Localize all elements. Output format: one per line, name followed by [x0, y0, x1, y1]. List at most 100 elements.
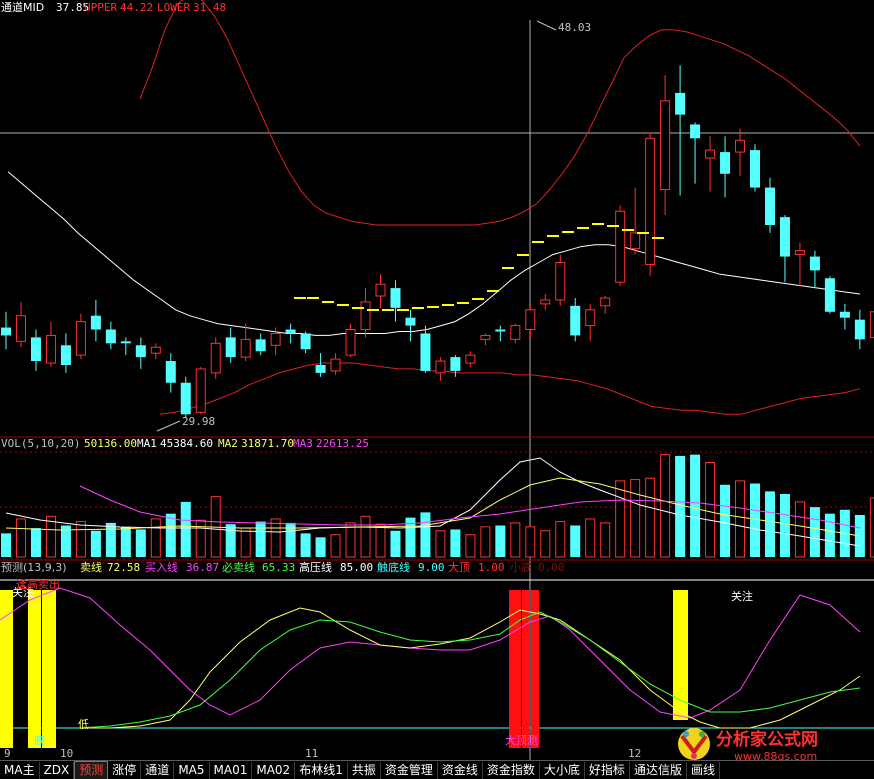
tab-1[interactable]: ZDX [40, 761, 75, 779]
candle-body-up [869, 311, 874, 338]
tab-16[interactable]: 画线 [687, 761, 720, 779]
volume-bar-down [255, 521, 266, 557]
tab-5[interactable]: MA5 [174, 761, 210, 779]
volume-bar-down [809, 507, 820, 557]
vol-indicator-name: VOL(5,10,20) [1, 437, 80, 450]
volume-bar-down [300, 533, 311, 557]
sell-value: 72.58 [107, 561, 140, 574]
volume-bar-down [180, 501, 191, 557]
low-tag: 低 [78, 718, 89, 731]
candle-body-down [135, 345, 146, 358]
volume-bar-up [45, 515, 56, 558]
candle-body-up [585, 309, 596, 327]
volume-bar-down [824, 513, 835, 557]
upper-band-line [139, 0, 861, 226]
volume-bar-up [525, 526, 536, 558]
focus-signal-bar [0, 590, 13, 748]
x-axis-label-1: 9 [4, 747, 11, 760]
volume-bar-down [570, 525, 581, 557]
high-line-value: 85.00 [340, 561, 373, 574]
mid-band-line [7, 171, 861, 336]
volume-bar-down [315, 537, 326, 557]
high-price-annotation: 48.03 [558, 21, 591, 34]
prediction-indicator-panel[interactable] [0, 559, 874, 748]
top-signal-bar [522, 590, 530, 748]
candle-body-up [150, 346, 161, 354]
volume-bar-up [660, 454, 671, 558]
candle-body-down [300, 333, 311, 350]
must-sell-label: 必卖线 [222, 560, 255, 574]
watermark-site: 分析家公式网 [716, 729, 818, 750]
candle-body-up [75, 321, 86, 356]
tab-8[interactable]: 布林线1 [295, 761, 348, 779]
candle-body-down [720, 152, 731, 174]
candle-body-down [495, 329, 506, 332]
upper-value: 44.22 [120, 1, 153, 14]
vol-ma1-line [5, 457, 861, 547]
candle-body-up [555, 261, 566, 301]
candle-body-up [270, 332, 281, 346]
candle-body-up [645, 137, 656, 265]
focus-label-right: 关注 [731, 589, 753, 603]
tab-11[interactable]: 资金线 [438, 761, 483, 779]
x-axis-label-2: 10 [60, 747, 73, 760]
tab-12[interactable]: 资金指数 [483, 761, 540, 779]
volume-bar-up [555, 521, 566, 558]
volume-bar-up [195, 519, 206, 558]
candle-body-down [255, 339, 266, 352]
tab-3[interactable]: 涨停 [108, 761, 142, 779]
candle-body-up [330, 358, 341, 372]
volume-bar-down [764, 491, 775, 557]
tab-4[interactable]: 通道 [141, 761, 175, 779]
high-line-label: 高压线 [299, 560, 332, 574]
candle-body-up [465, 354, 476, 364]
candle-body-down [60, 345, 71, 365]
volume-bar-down [90, 530, 101, 557]
volume-bar-down [165, 513, 176, 557]
candle-body-down [675, 92, 686, 115]
tab-10[interactable]: 资金管理 [381, 761, 438, 779]
volume-bar-up [630, 479, 641, 558]
tab-14[interactable]: 好指标 [585, 761, 630, 779]
buy-value: 36.87 [186, 561, 219, 574]
candle-body-up [45, 334, 56, 364]
candle-body-up [660, 100, 671, 191]
x-axis-label-4: 12 [628, 747, 641, 760]
touch-line-value: 9.00 [418, 561, 445, 574]
tab-2[interactable]: 预测 [74, 761, 109, 779]
volume-bar-up [15, 518, 26, 558]
tab-0[interactable]: MA主 [0, 761, 40, 779]
volume-bar-up [150, 518, 161, 558]
top-tag: 大顶测 [505, 733, 538, 747]
top-label: 大顶 [448, 560, 470, 574]
must-sell-value: 65.33 [262, 561, 295, 574]
candle-body-down [839, 311, 850, 318]
ma3-value: 22613.25 [316, 437, 369, 450]
top-signal-bar [509, 590, 521, 748]
candle-body-up [435, 360, 446, 374]
tab-15[interactable]: 通达信版 [630, 761, 687, 779]
tab-6[interactable]: MA01 [210, 761, 253, 779]
candle-body-down [165, 361, 176, 383]
candle-body-up [794, 250, 805, 256]
candle-body-up [630, 232, 641, 250]
indicator-tab-bar: MA主 ZDX 预测 涨停 通道 MA5 MA01 MA02 布林线1 共振 资金管理 资金线 资金指数… [0, 760, 874, 779]
tab-13[interactable]: 大小底 [540, 761, 585, 779]
tab-7[interactable]: MA02 [252, 761, 296, 779]
volume-bar-up [600, 522, 611, 558]
high-annotation-pointer [536, 20, 557, 31]
volume-bar-down [690, 454, 701, 557]
stock-chart[interactable]: 通道MID 37.85 UPPER 44.22 LOWER 31.48 48.0… [0, 0, 874, 760]
volume-bar-up [869, 497, 874, 558]
buy-label: 买入线 [145, 560, 178, 574]
focus-signal-bar [42, 590, 56, 748]
candle-body-down [779, 217, 790, 257]
candle-body-down [809, 256, 820, 271]
volume-bar-down [450, 529, 461, 557]
volume-bar-up [480, 526, 491, 558]
volume-bar-down [135, 529, 146, 557]
price-panel[interactable] [0, 0, 874, 760]
volume-panel[interactable] [0, 436, 874, 558]
tab-9[interactable]: 共振 [348, 761, 381, 779]
ma2-value: 31871.70 [241, 437, 294, 450]
